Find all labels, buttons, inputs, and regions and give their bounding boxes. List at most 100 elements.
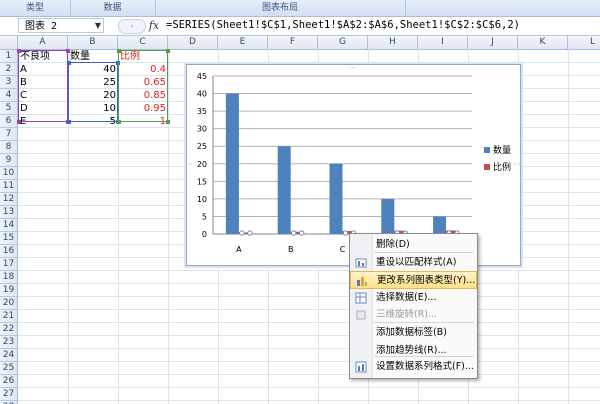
row-header-9[interactable]: 9 — [0, 154, 18, 167]
menu-item-label: 重设以匹配样式(A) — [376, 257, 457, 268]
ribbon-group-type[interactable]: 类型 — [0, 0, 71, 16]
row-header-27[interactable]: 27 — [0, 388, 18, 401]
row-gridline — [18, 296, 600, 297]
menu-item-label: 设置数据系列格式(F)... — [376, 361, 474, 372]
row-header-22[interactable]: 22 — [0, 323, 18, 336]
row-gridline — [18, 348, 600, 349]
series-selection-handle[interactable] — [342, 230, 349, 236]
3d-rotate-icon — [355, 309, 367, 321]
range-resize-handle[interactable] — [117, 120, 121, 124]
ribbon-group-data[interactable]: 数据 — [70, 0, 156, 16]
row-header-10[interactable]: 10 — [0, 167, 18, 180]
legend-label[interactable]: 数量 — [493, 144, 511, 156]
column-header-e[interactable]: E — [218, 36, 268, 49]
range-resize-handle[interactable] — [166, 49, 170, 53]
menu-item-1[interactable]: 重设以匹配样式(A) — [350, 254, 477, 272]
menu-item-0[interactable]: 删除(D) — [350, 236, 477, 254]
range-resize-handle[interactable] — [117, 49, 121, 53]
y-tick-label: 45 — [197, 72, 207, 81]
bar-quantity-b[interactable] — [277, 146, 291, 234]
menu-item-3[interactable]: 选择数据(E)... — [350, 289, 477, 307]
range-resize-handle[interactable] — [166, 120, 170, 124]
row-header-5[interactable]: 5 — [0, 102, 18, 115]
column-header-f[interactable]: F — [268, 36, 318, 49]
row-header-11[interactable]: 11 — [0, 180, 18, 193]
chart-resize-handle[interactable]: ⋯ — [187, 160, 193, 168]
row-header-20[interactable]: 20 — [0, 297, 18, 310]
row-gridline — [18, 374, 600, 375]
column-header-d[interactable]: D — [168, 36, 218, 49]
row-header-2[interactable]: 2 — [0, 63, 18, 76]
series-selection-handle[interactable] — [291, 230, 297, 236]
menu-item-label: 更改系列图表类型(Y)... — [377, 275, 476, 286]
range-resize-handle[interactable] — [17, 49, 21, 53]
chevron-down-icon[interactable]: ▼ — [92, 18, 104, 33]
column-header-j[interactable]: J — [468, 36, 518, 49]
values-range-highlight — [67, 61, 120, 124]
y-tick-label: 20 — [197, 160, 207, 169]
row-header-26[interactable]: 26 — [0, 375, 18, 388]
row-header-13[interactable]: 13 — [0, 206, 18, 219]
row-header-16[interactable]: 16 — [0, 245, 18, 258]
menu-item-2[interactable]: 更改系列图表类型(Y)... — [350, 271, 477, 289]
formula-bar-collapse-handle[interactable]: ◦ — [118, 19, 146, 34]
range-resize-handle[interactable] — [66, 49, 70, 53]
column-header-h[interactable]: H — [368, 36, 418, 49]
column-gridline — [568, 49, 569, 404]
row-header-23[interactable]: 23 — [0, 336, 18, 349]
series-selection-handle[interactable] — [299, 230, 305, 236]
range-resize-handle[interactable] — [67, 61, 71, 65]
chart-resize-handle[interactable]: ⋯ — [350, 65, 357, 72]
x-tick-label: C — [340, 245, 346, 254]
row-header-25[interactable]: 25 — [0, 362, 18, 375]
insert-function-icon[interactable]: fx — [146, 18, 162, 33]
range-resize-handle[interactable] — [67, 120, 71, 124]
bar-quantity-d[interactable] — [381, 198, 395, 234]
menu-item-4[interactable]: 三维旋转(R)... — [350, 306, 477, 324]
row-header-12[interactable]: 12 — [0, 193, 18, 206]
menu-item-7[interactable]: 设置数据系列格式(F)... — [350, 358, 477, 376]
row-gridline — [18, 309, 600, 310]
chart-resize-handle[interactable]: ⋯ — [514, 160, 521, 168]
legend-label[interactable]: 比例 — [493, 161, 511, 173]
series-selection-handle[interactable] — [239, 230, 245, 236]
range-resize-handle[interactable] — [17, 120, 21, 124]
row-gridline — [18, 335, 600, 336]
row-header-24[interactable]: 24 — [0, 349, 18, 362]
row-header-18[interactable]: 18 — [0, 271, 18, 284]
row-header-15[interactable]: 15 — [0, 232, 18, 245]
row-header-8[interactable]: 8 — [0, 141, 18, 154]
column-header-c[interactable]: C — [118, 36, 168, 49]
column-header-k[interactable]: K — [518, 36, 568, 49]
column-header-b[interactable]: B — [68, 36, 118, 49]
legend-swatch[interactable] — [484, 147, 490, 153]
chart-type-icon — [356, 275, 368, 287]
column-header-g[interactable]: G — [318, 36, 368, 49]
formula-input[interactable]: =SERIES(Sheet1!$C$1,Sheet1!$A$2:$A$6,She… — [166, 18, 520, 33]
select-all-corner[interactable] — [0, 36, 18, 49]
row-header-17[interactable]: 17 — [0, 258, 18, 271]
row-header-4[interactable]: 4 — [0, 89, 18, 102]
y-tick-label: 25 — [197, 142, 207, 151]
column-header-a[interactable]: A — [18, 36, 68, 49]
series-selection-handle[interactable] — [247, 230, 253, 236]
bar-quantity-e[interactable] — [433, 216, 447, 234]
menu-item-label: 三维旋转(R)... — [376, 309, 438, 320]
column-header-i[interactable]: I — [418, 36, 468, 49]
column-header-l[interactable]: L — [568, 36, 600, 49]
menu-item-5[interactable]: 添加数据标签(B) — [350, 324, 477, 342]
ribbon-group-chart-layout[interactable]: 图表布局 — [155, 0, 406, 16]
row-header-19[interactable]: 19 — [0, 284, 18, 297]
row-gridline — [18, 400, 600, 401]
bar-quantity-c[interactable] — [329, 163, 343, 234]
row-header-7[interactable]: 7 — [0, 128, 18, 141]
bar-quantity-a[interactable] — [225, 93, 239, 234]
category-range-highlight — [17, 49, 70, 124]
row-header-21[interactable]: 21 — [0, 310, 18, 323]
row-header-6[interactable]: 6 — [0, 115, 18, 128]
row-header-14[interactable]: 14 — [0, 219, 18, 232]
row-header-1[interactable]: 1 — [0, 50, 18, 63]
row-header-3[interactable]: 3 — [0, 76, 18, 89]
legend-swatch[interactable] — [484, 164, 490, 170]
menu-item-label: 选择数据(E)... — [376, 292, 437, 303]
